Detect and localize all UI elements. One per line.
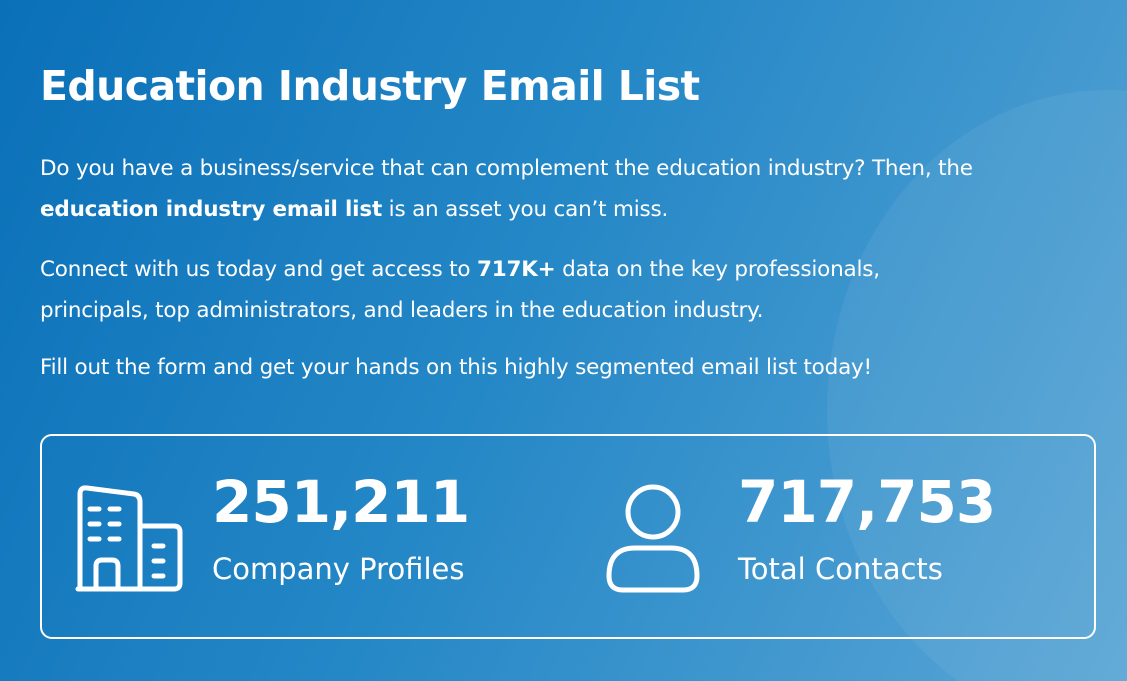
building-icon [75,485,183,592]
intro-line-2-rest: is an asset you can’t miss. [382,197,669,222]
total-contacts-count: 717,753 [738,468,996,536]
intro-line-1: Do you have a business/service that can … [40,156,973,181]
connect-after: data on the key professionals, [555,257,880,282]
intro-paragraph: Do you have a business/service that can … [40,148,1110,230]
hero-section: Education Industry Email List Do you hav… [0,0,1127,681]
company-profiles-count: 251,211 [212,468,470,536]
connect-before: Connect with us today and get access to [40,257,477,282]
connect-bold-count: 717K+ [476,257,556,282]
cta-paragraph: Fill out the form and get your hands on … [40,355,872,380]
company-profiles-label: Company Profiles [212,552,465,586]
page-title: Education Industry Email List [40,62,700,110]
total-contacts-label: Total Contacts [738,552,943,586]
user-icon [606,484,700,593]
connect-line-2: principals, top administrators, and lead… [40,298,764,323]
connect-paragraph: Connect with us today and get access to … [40,249,1110,331]
stats-box: 251,211 Company Profiles 717,753 Total C… [40,434,1096,639]
intro-bold-text: education industry email list [40,197,383,222]
